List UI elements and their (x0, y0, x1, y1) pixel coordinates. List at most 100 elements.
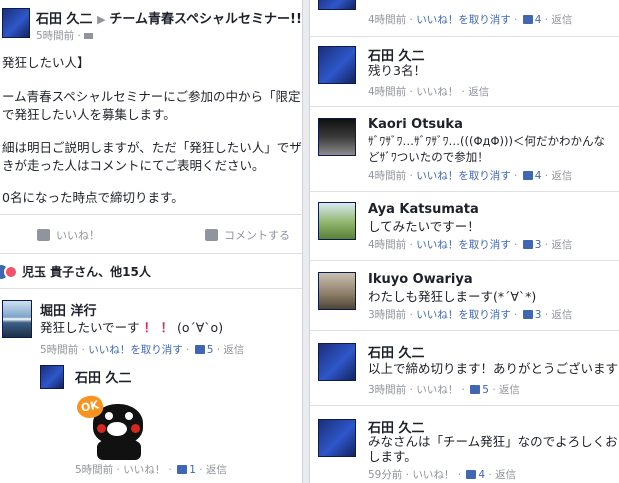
comment-text: わたしも発狂しまーす(*´∀`*) (368, 289, 537, 304)
post-meta: 5時間前 · (36, 28, 94, 43)
comment-text: ｻﾞﾜｻﾞﾜ…ｻﾞﾜｻﾞﾜ…(((ΦдΦ)))＜何だかわかんな (368, 134, 605, 148)
like-count[interactable]: 1 (189, 464, 196, 476)
like-button[interactable]: いいね！ (37, 227, 100, 243)
comment-time[interactable]: 4時間前 · (368, 239, 416, 251)
comment-button[interactable]: コメントする (205, 227, 290, 243)
author-avatar[interactable] (2, 8, 30, 38)
comment-text: 発狂したいでーす ！ ！ (o´∀`o) (40, 320, 223, 336)
unlike-link[interactable]: いいね！を取り消す (88, 344, 183, 356)
comment-meta: 59分前 · いいね！ · 4 · 返信 (368, 469, 517, 481)
commenter-name[interactable]: 石田 久二 (75, 367, 132, 386)
share-arrow-icon: ▶ (97, 13, 110, 26)
divider (310, 405, 619, 406)
thumbs-up-icon (177, 465, 188, 474)
reply-link[interactable]: · 返信 (489, 384, 520, 396)
divider (0, 253, 302, 254)
commenter-name[interactable]: 石田 久二 (368, 342, 425, 361)
comment-meta[interactable]: 4時間前 · いいね！ · 返信 (368, 84, 489, 99)
reply-link[interactable]: · 返信 (213, 344, 245, 356)
reply-link[interactable]: · 返信 (541, 239, 573, 251)
divider (310, 191, 619, 192)
bear-cheek (131, 424, 140, 433)
comment-text: 残り3名！ (368, 63, 426, 78)
divider (0, 214, 302, 215)
comment-meta: 4時間前 · いいね！を取り消す · 3 · 返信 (368, 239, 573, 251)
post-header: 石田 久二 ▶ チーム青春スペシャルセミナー!!!! (36, 8, 302, 27)
commenter-avatar[interactable] (318, 343, 356, 381)
commenter-avatar[interactable] (2, 300, 32, 338)
divider (310, 330, 619, 331)
thumbs-up-icon (522, 240, 533, 249)
thumbs-up-icon (37, 229, 50, 241)
thumbs-up-icon (466, 470, 477, 479)
post-line: きが走った人はコメントにてご表明ください。 (2, 158, 265, 173)
like-link[interactable]: いいね！ (416, 384, 458, 396)
divider (310, 36, 619, 37)
like-link[interactable]: いいね！ (123, 464, 165, 476)
commenter-name[interactable]: 堀田 洋行 (40, 300, 97, 319)
comment-meta: 5時間前 · いいね！を取り消す · 5 · 返信 (40, 344, 245, 356)
commenter-name[interactable]: Aya Katsumata (368, 202, 479, 217)
reply-link[interactable]: · 返信 (541, 14, 573, 26)
comment-time[interactable]: 5時間前 · (75, 464, 123, 476)
like-link[interactable]: いいね！ (412, 469, 454, 481)
comment-meta: 3時間前 · いいね！ · 5 · 返信 (368, 384, 520, 396)
commenter-avatar[interactable] (40, 365, 64, 389)
kumamon-ok-sticker: OK (74, 390, 150, 460)
comment-text-after: (o´∀`o) (176, 320, 224, 335)
heart-reaction-icon (4, 265, 18, 279)
comment-time[interactable]: 3時間前 · (368, 309, 416, 321)
post-line: ーム青春スペシャルセミナーにご参加の中から「限定1( (2, 89, 303, 104)
mail-icon (84, 33, 94, 39)
comment-time[interactable]: 5時間前 · (40, 344, 88, 356)
commenter-avatar[interactable] (318, 272, 356, 310)
divider (0, 288, 302, 289)
comment-bubble-icon (205, 229, 218, 241)
like-label: いいね！ (56, 229, 100, 242)
unlike-link[interactable]: いいね！を取り消す (416, 309, 511, 321)
comment-text-before: 発狂したいでーす (40, 320, 140, 335)
comment-meta: 3時間前 · いいね！を取り消す · 3 · 返信 (368, 309, 573, 321)
comment-time[interactable]: 59分前 · (368, 469, 412, 481)
comments-panel-right: 4時間前 · いいね！を取り消す · 4 · 返信 石田 久二 残り3名！ 4時… (309, 0, 619, 483)
post-author[interactable]: 石田 久二 (36, 12, 93, 27)
post-line: 0名になった時点で締切ります。 (2, 190, 184, 205)
comment-meta: 4時間前 · いいね！を取り消す · 4 · 返信 (368, 14, 573, 26)
post-panel-left: 石田 久二 ▶ チーム青春スペシャルセミナー!!!! 5時間前 · 発狂したい人… (0, 0, 303, 483)
commenter-avatar[interactable] (318, 202, 356, 240)
commenter-avatar[interactable] (318, 419, 356, 457)
commenter-name[interactable]: Ikuyo Owariya (368, 272, 473, 287)
post-line: 発狂したい人】 (2, 55, 90, 70)
bear-eye (125, 412, 133, 420)
like-count[interactable]: 5 (482, 384, 489, 396)
comment-text: してみたいですー！ (368, 219, 480, 234)
commenter-avatar[interactable] (318, 46, 356, 84)
comment-label: コメントする (224, 229, 290, 242)
post-target-group[interactable]: チーム青春スペシャルセミナー!!!! (109, 12, 302, 27)
comment-time[interactable]: 3時間前 · (368, 384, 416, 396)
divider (310, 260, 619, 261)
thumbs-up-icon (470, 385, 481, 394)
reply-link[interactable]: · 返信 (485, 469, 516, 481)
commenter-avatar[interactable] (318, 0, 356, 10)
exclamation-marks: ！ ！ (143, 320, 173, 335)
commenter-name[interactable]: Kaori Otsuka (368, 117, 463, 132)
reply-link[interactable]: · 返信 (541, 309, 573, 321)
unlike-link[interactable]: いいね！を取り消す (416, 170, 511, 182)
comment-text: します。 (368, 449, 417, 464)
reaction-summary[interactable]: 児玉 貴子さん、他15人 (0, 263, 151, 280)
unlike-link[interactable]: いいね！を取り消す (416, 239, 511, 251)
unlike-link[interactable]: いいね！を取り消す (416, 14, 511, 26)
reaction-names: 児玉 貴子さん、他15人 (22, 265, 151, 279)
comment-text: どｻﾞﾜついたので参加！ (368, 150, 489, 164)
comment-meta: 4時間前 · いいね！を取り消す · 4 · 返信 (368, 170, 573, 182)
comment-text: みなさんは「チーム発狂」なのでよろしくお (368, 434, 618, 449)
comment-time[interactable]: 4時間前 · (368, 14, 416, 26)
post-time[interactable]: 5時間前 · (36, 30, 81, 42)
reply-link[interactable]: · 返信 (541, 170, 573, 182)
commenter-name[interactable]: 石田 久二 (368, 45, 425, 64)
comment-time[interactable]: 4時間前 · (368, 170, 416, 182)
bear-body (97, 438, 141, 460)
commenter-avatar[interactable] (318, 118, 356, 156)
reply-link[interactable]: · 返信 (196, 464, 227, 476)
